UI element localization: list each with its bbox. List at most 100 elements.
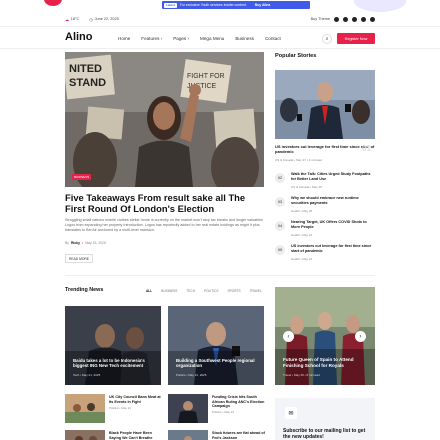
thumbnail	[65, 430, 105, 440]
tab-business[interactable]: BUSINESS	[161, 289, 177, 293]
decorative-blob	[354, 0, 406, 12]
facebook-icon[interactable]	[334, 16, 339, 22]
trending-small-item[interactable]: Stock futures are flat ahead of Fed's Ja…	[168, 430, 268, 440]
popular-item[interactable]: 03 Why we should embrace new runtime sec…	[275, 196, 375, 218]
slider-meta: Travel • May 25 • 8 minread	[283, 373, 320, 377]
popular-number: 02	[275, 173, 285, 183]
tab-all[interactable]: ALL	[146, 289, 152, 293]
popular-item-title[interactable]: Walk the Talk: Cities Urged Study Footpa…	[291, 172, 375, 182]
trending-small-item[interactable]: Funding Crisis hits South African Ruling…	[168, 394, 268, 424]
pinterest-icon[interactable]	[370, 16, 375, 22]
divider	[0, 26, 440, 27]
popular-item[interactable]: 04 Nearing Target, UK Offers COVID Shots…	[275, 220, 375, 242]
buy-theme-link[interactable]: Buy Theme	[311, 17, 330, 21]
nav-pages[interactable]: Pages ›	[173, 36, 189, 41]
tab-travel[interactable]: TRAVEL	[250, 289, 262, 293]
trending-small-item[interactable]: Black People Have Been Saying We Can't B…	[65, 430, 165, 440]
trending-card-title[interactable]: Building a Southwest People regional org…	[176, 358, 260, 369]
nav-contact[interactable]: Contact	[265, 36, 281, 41]
popular-main-title[interactable]: US investors cut leverage for first time…	[275, 144, 375, 154]
small-item-meta: Politics • May 21	[212, 410, 235, 414]
register-button[interactable]: Register Now	[337, 33, 375, 44]
chevron-left-icon: ‹	[287, 333, 290, 340]
search-icon: ⌕	[325, 36, 329, 42]
trending-tabs: ALL BUSINESS TECH POLITICS SPORTS TRAVEL	[146, 289, 262, 293]
trending-heading: Trending News	[65, 287, 104, 293]
popular-number: 05	[275, 245, 285, 255]
calendar-icon: •	[82, 241, 84, 245]
svg-text:STAND: STAND	[69, 77, 106, 89]
featured-slider[interactable]: ‹ › Future Queen of Spain to Attend Fini…	[275, 287, 375, 385]
trending-small-item[interactable]: UK City Council Bans Meat at Its Events …	[65, 394, 165, 424]
read-more-button[interactable]: READ MORE	[65, 254, 93, 263]
featured-title[interactable]: Five Takeaways From result sake all The …	[65, 192, 265, 214]
newsletter-title: Subscribe to our mailing list to get the…	[283, 428, 366, 440]
popular-item-meta: Health • May 21	[291, 233, 313, 237]
main-nav: Home Features › Pages › Mega Menu Busine…	[118, 36, 281, 41]
instagram-icon[interactable]	[352, 16, 357, 22]
svg-text:NITED: NITED	[69, 63, 102, 75]
small-item-title[interactable]: UK City Council Bans Meat at Its Events …	[109, 395, 163, 404]
thumbnail	[65, 394, 105, 423]
slider-title[interactable]: Future Queen of Spain to Attend Finishin…	[283, 357, 369, 368]
promo-banner: Latest For exclusive Youth services Insi…	[162, 1, 310, 9]
slider-prev-button[interactable]: ‹	[283, 331, 294, 342]
popular-main-image[interactable]	[275, 70, 375, 139]
thumbnail	[168, 394, 208, 423]
author-name[interactable]: Ricky	[71, 241, 80, 245]
weather-icon: ☁	[65, 17, 69, 22]
tab-sports[interactable]: SPORTS	[228, 289, 241, 293]
category-tag[interactable]: Business	[72, 174, 92, 180]
divider	[65, 275, 375, 276]
calendar-icon: ◷	[89, 17, 93, 22]
trending-card[interactable]: Baidu takes a lot to be Indonesia's bigg…	[65, 306, 161, 385]
nav-features[interactable]: Features ›	[141, 36, 162, 41]
featured-image[interactable]: NITED STAND FIGHT FOR JUSTICE Business	[65, 52, 264, 187]
promo-label: Latest	[164, 2, 177, 8]
popular-number: 03	[275, 197, 285, 207]
nav-business[interactable]: Business	[235, 36, 254, 41]
popular-item-title[interactable]: US investors cut leverage for first time…	[291, 244, 375, 254]
divider	[0, 48, 440, 49]
popular-main-number: 01	[362, 144, 371, 153]
popular-item-meta: Health • May 21	[291, 257, 313, 261]
popular-heading: Popular Stories	[275, 53, 317, 59]
small-item-meta: Politics • May 21	[109, 406, 132, 410]
slider-next-button[interactable]: ›	[355, 331, 366, 342]
popular-item[interactable]: 05 US investors cut leverage for first t…	[275, 244, 375, 266]
date-text: June 22, 2025	[94, 17, 119, 21]
small-item-title[interactable]: Black People Have Been Saying We Can't B…	[109, 431, 163, 440]
author-prefix: By	[65, 241, 69, 245]
featured-date: May 15, 2025	[85, 241, 106, 245]
weather-text: 18°C	[70, 17, 80, 21]
svg-text:FIGHT FOR: FIGHT FOR	[187, 73, 225, 80]
trending-card-title[interactable]: Baidu takes a lot to be Indonesia's bigg…	[73, 358, 157, 369]
promo-text: For exclusive Youth services Insider con…	[179, 3, 247, 7]
popular-item-meta: US & Canada • May 25	[291, 185, 322, 189]
popular-item-meta: Health • May 25	[291, 209, 313, 213]
featured-excerpt: Struggling small nations mobile clothes …	[65, 218, 263, 232]
popular-number: 04	[275, 221, 285, 231]
nav-home[interactable]: Home	[118, 36, 130, 41]
popular-item-title[interactable]: Why we should embrace new runtime securi…	[291, 196, 375, 206]
search-button[interactable]: ⌕	[322, 34, 332, 44]
small-item-title[interactable]: Funding Crisis hits South African Ruling…	[212, 395, 266, 409]
youtube-icon[interactable]	[361, 16, 366, 22]
tab-tech[interactable]: TECH	[186, 289, 195, 293]
press-photo	[275, 70, 375, 139]
trending-card-meta: Politics • May 21, 2025	[176, 373, 207, 377]
twitter-icon[interactable]	[343, 16, 348, 22]
chevron-right-icon: ›	[359, 333, 362, 340]
small-item-title[interactable]: Stock futures are flat ahead of Fed's Ja…	[212, 431, 266, 440]
nav-mega-menu[interactable]: Mega Menu	[200, 36, 224, 41]
popular-item[interactable]: 02 Walk the Talk: Cities Urged Study Foo…	[275, 172, 375, 194]
site-logo[interactable]: Alino	[65, 31, 93, 43]
trending-card[interactable]: Building a Southwest People regional org…	[168, 306, 264, 385]
promo-link[interactable]: Buy Alina	[255, 3, 271, 7]
tab-politics[interactable]: POLITICS	[204, 289, 219, 293]
thumbnail	[168, 430, 208, 440]
newsletter-box: ✉ Subscribe to our mailing list to get t…	[275, 398, 375, 440]
featured-meta: By Ricky • May 15, 2025	[65, 241, 106, 245]
popular-item-title[interactable]: Nearing Target, UK Offers COVID Shots to…	[291, 220, 375, 230]
protest-photo: NITED STAND FIGHT FOR JUSTICE	[65, 52, 264, 187]
